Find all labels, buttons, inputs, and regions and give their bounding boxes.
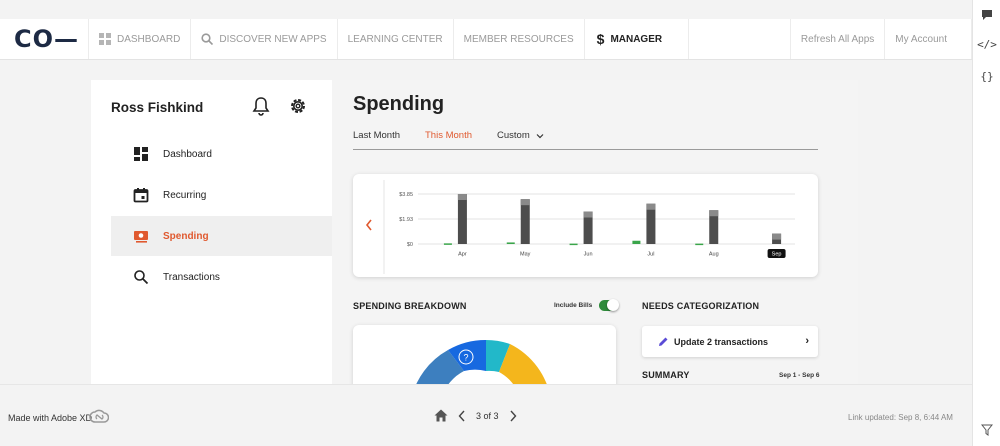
sidebar-item-label: Spending bbox=[163, 230, 209, 242]
nav-dashboard-label: DASHBOARD bbox=[117, 33, 181, 45]
sidebar-item-label: Transactions bbox=[163, 271, 220, 283]
spending-content: Spending Last Month This Month Custom $0… bbox=[332, 80, 858, 384]
my-account-label: My Account bbox=[895, 33, 947, 45]
x-tick-label: Apr bbox=[458, 252, 467, 258]
x-tick-label: Jul bbox=[647, 252, 654, 258]
previous-icon[interactable] bbox=[458, 410, 466, 422]
comment-icon[interactable] bbox=[973, 9, 1000, 24]
bar-secondary-apr bbox=[443, 243, 452, 245]
page-indicator: 3 of 3 bbox=[476, 410, 499, 421]
update-transactions-button[interactable]: Update 2 transactions › bbox=[642, 326, 818, 357]
y-tick-label: $1.93 bbox=[399, 217, 413, 223]
spending-chart-card: $0 $1.93 $3.85 Apr May Jun Jul Aug Sep bbox=[353, 174, 818, 277]
bar-may bbox=[520, 199, 530, 244]
nav-learning-label: LEARNING CENTER bbox=[347, 33, 443, 45]
next-icon[interactable] bbox=[509, 410, 517, 422]
nav-manager-label: MANAGER bbox=[610, 33, 663, 45]
sidebar-item-label: Recurring bbox=[163, 189, 207, 201]
spending-bar-chart: $0 $1.93 $3.85 Apr May Jun Jul Aug Sep bbox=[365, 180, 795, 274]
user-name: Ross Fishkind bbox=[111, 100, 204, 115]
gear-icon[interactable] bbox=[288, 96, 308, 116]
nav-spacer bbox=[688, 19, 790, 59]
spending-breakdown-card: ? bbox=[353, 325, 616, 384]
chart-prev-icon[interactable] bbox=[365, 219, 372, 231]
donut-help-text: ? bbox=[463, 353, 468, 363]
chevron-right-icon: › bbox=[805, 335, 809, 347]
x-tick-label: Aug bbox=[709, 252, 719, 258]
summary-title: SUMMARY bbox=[642, 370, 690, 380]
bar-cap-jun bbox=[583, 211, 593, 218]
bar-secondary-jul bbox=[632, 240, 641, 244]
refresh-all-apps-link[interactable]: Refresh All Apps bbox=[789, 19, 884, 59]
bell-icon[interactable] bbox=[251, 96, 271, 116]
bar-cap-jul bbox=[646, 203, 656, 210]
prototype-pager: 3 of 3 bbox=[434, 409, 517, 422]
y-tick-label: $0 bbox=[407, 242, 413, 248]
x-tick-label: Jun bbox=[584, 252, 593, 258]
bar-secondary-may bbox=[506, 242, 515, 244]
bar-cap-sep bbox=[772, 233, 782, 240]
needs-categorization-title: NEEDS CATEGORIZATION bbox=[642, 301, 760, 311]
page-title: Spending bbox=[353, 93, 445, 115]
bar-secondary-aug bbox=[695, 243, 704, 246]
nav-learning-center[interactable]: LEARNING CENTER bbox=[336, 19, 453, 59]
code-icon[interactable]: </> bbox=[973, 38, 1000, 51]
breakdown-donut: ? bbox=[416, 339, 547, 384]
bar-cap-aug bbox=[709, 210, 719, 217]
dashboard-icon bbox=[134, 147, 148, 161]
sidebar-item-label: Dashboard bbox=[163, 148, 212, 160]
money-icon bbox=[134, 231, 148, 243]
sidebar-item-spending[interactable]: Spending bbox=[111, 216, 332, 256]
app-canvas: Ross Fishkind Dashboard Recurring Spendi… bbox=[91, 80, 858, 384]
sidebar-item-dashboard[interactable]: Dashboard bbox=[111, 134, 332, 174]
braces-icon[interactable]: {} bbox=[973, 70, 1000, 83]
search-icon bbox=[201, 33, 214, 45]
dollar-icon: $ bbox=[596, 31, 605, 47]
chevron-down-icon bbox=[536, 134, 544, 139]
bar-secondary-jun bbox=[569, 243, 578, 246]
spending-breakdown-title: SPENDING BREAKDOWN bbox=[353, 301, 467, 311]
refresh-label: Refresh All Apps bbox=[800, 33, 875, 45]
sidebar-item-transactions[interactable]: Transactions bbox=[111, 257, 332, 297]
include-bills-label: Include Bills bbox=[554, 302, 593, 309]
bar-cap-may bbox=[520, 199, 530, 206]
tab-this-month[interactable]: This Month bbox=[425, 130, 472, 149]
bar-jul bbox=[646, 203, 656, 244]
filter-icon[interactable] bbox=[973, 424, 1000, 439]
calendar-icon bbox=[133, 188, 149, 203]
link-updated-text: Link updated: Sep 8, 6:44 AM bbox=[848, 413, 953, 422]
bar-apr bbox=[457, 194, 467, 244]
bar-cap-apr bbox=[457, 194, 467, 200]
nav-member-resources[interactable]: MEMBER RESOURCES bbox=[452, 19, 584, 59]
sidebar-item-recurring[interactable]: Recurring bbox=[111, 175, 332, 215]
search-icon bbox=[134, 270, 149, 285]
logo[interactable]: CO— bbox=[0, 19, 88, 59]
tab-custom[interactable]: Custom bbox=[497, 130, 544, 149]
x-tick-label: May bbox=[520, 252, 531, 258]
nav-discover[interactable]: DISCOVER NEW APPS bbox=[190, 19, 336, 59]
sidebar: Ross Fishkind Dashboard Recurring Spendi… bbox=[91, 80, 332, 384]
made-with-label: Made with Adobe XD bbox=[8, 413, 93, 423]
nav-member-label: MEMBER RESOURCES bbox=[463, 33, 574, 45]
prototype-bottom-bar: Made with Adobe XD 3 of 3 Link updated: … bbox=[0, 384, 972, 446]
my-account-link[interactable]: My Account bbox=[884, 19, 972, 59]
summary-date-range: Sep 1 - Sep 6 bbox=[779, 372, 820, 379]
y-tick-label: $3.85 bbox=[399, 192, 413, 198]
nav-dashboard[interactable]: DASHBOARD bbox=[88, 19, 190, 59]
update-transactions-label: Update 2 transactions bbox=[674, 337, 769, 347]
pencil-icon bbox=[659, 337, 668, 346]
top-navigation: CO— DASHBOARD DISCOVER NEW APPS LEARNING… bbox=[0, 19, 972, 60]
home-icon[interactable] bbox=[434, 409, 448, 422]
period-tabs: Last Month This Month Custom bbox=[353, 130, 818, 150]
nav-manager[interactable]: $ MANAGER bbox=[583, 19, 688, 59]
tab-last-month[interactable]: Last Month bbox=[353, 130, 400, 149]
x-tick-label: Sep bbox=[772, 252, 782, 258]
include-bills-toggle[interactable] bbox=[599, 299, 619, 311]
nav-discover-label: DISCOVER NEW APPS bbox=[219, 33, 327, 45]
right-rail: </> {} bbox=[972, 0, 1000, 446]
creative-cloud-icon bbox=[89, 409, 109, 423]
grid-icon bbox=[99, 33, 111, 45]
tab-custom-label: Custom bbox=[497, 130, 530, 141]
